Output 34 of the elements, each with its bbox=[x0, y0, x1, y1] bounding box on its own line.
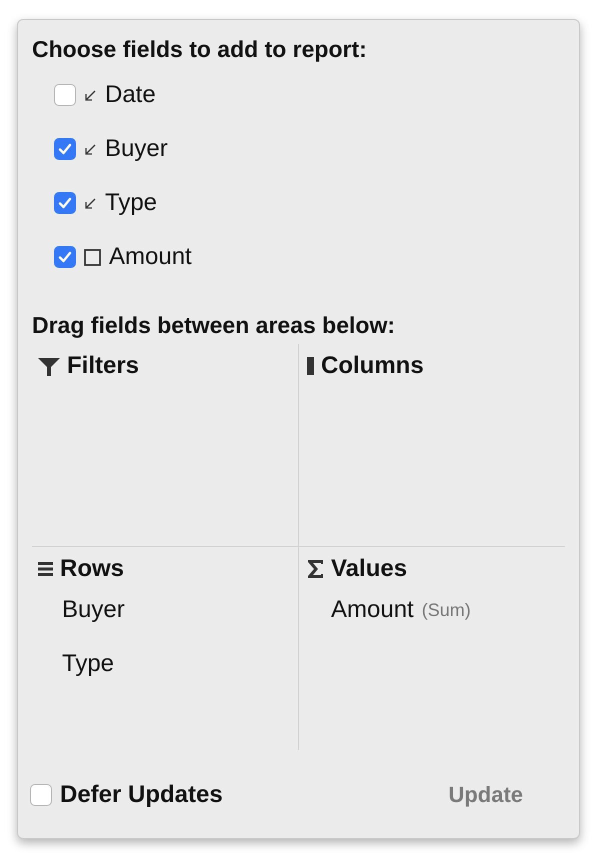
field-label: Amount bbox=[109, 243, 192, 271]
diagonal-arrow-icon bbox=[84, 196, 97, 210]
area-title: Rows bbox=[60, 555, 124, 583]
area-title: Columns bbox=[321, 352, 424, 380]
section-title: Drag fields between areas below: bbox=[32, 311, 396, 340]
filter-icon bbox=[38, 356, 60, 376]
drop-area[interactable]: Filters bbox=[32, 344, 299, 547]
checkbox-label: Defer Updates bbox=[60, 781, 223, 809]
section-title: Choose fields to add to report: bbox=[32, 35, 368, 64]
square-icon bbox=[84, 248, 101, 266]
checkbox[interactable] bbox=[54, 192, 76, 214]
field-label: Buyer bbox=[105, 135, 168, 163]
checkmark-icon bbox=[58, 197, 72, 209]
diagonal-arrow-icon bbox=[84, 142, 97, 156]
checkmark-icon bbox=[58, 143, 72, 155]
checkmark-icon bbox=[58, 251, 72, 263]
checkbox[interactable] bbox=[54, 138, 76, 160]
checkbox[interactable] bbox=[54, 246, 76, 268]
sigma-icon bbox=[307, 559, 324, 579]
area-field[interactable]: Type bbox=[38, 637, 298, 691]
field-label: Type bbox=[105, 189, 158, 217]
area-title: Filters bbox=[67, 352, 140, 380]
area-field[interactable]: Buyer bbox=[38, 583, 298, 637]
field-label: Date bbox=[105, 81, 156, 109]
checkbox[interactable] bbox=[54, 84, 76, 106]
area-field[interactable]: Amount (Sum) bbox=[307, 583, 565, 637]
drop-area[interactable]: Rows Buyer Type bbox=[32, 547, 299, 750]
drop-area[interactable]: Columns bbox=[299, 344, 565, 547]
column-icon bbox=[307, 357, 314, 375]
checkbox[interactable] bbox=[30, 784, 52, 806]
diagonal-arrow-icon bbox=[84, 88, 97, 102]
area-title: Values bbox=[331, 555, 408, 583]
drop-area[interactable]: Values Amount (Sum) bbox=[299, 547, 565, 750]
rows-icon bbox=[38, 561, 53, 577]
